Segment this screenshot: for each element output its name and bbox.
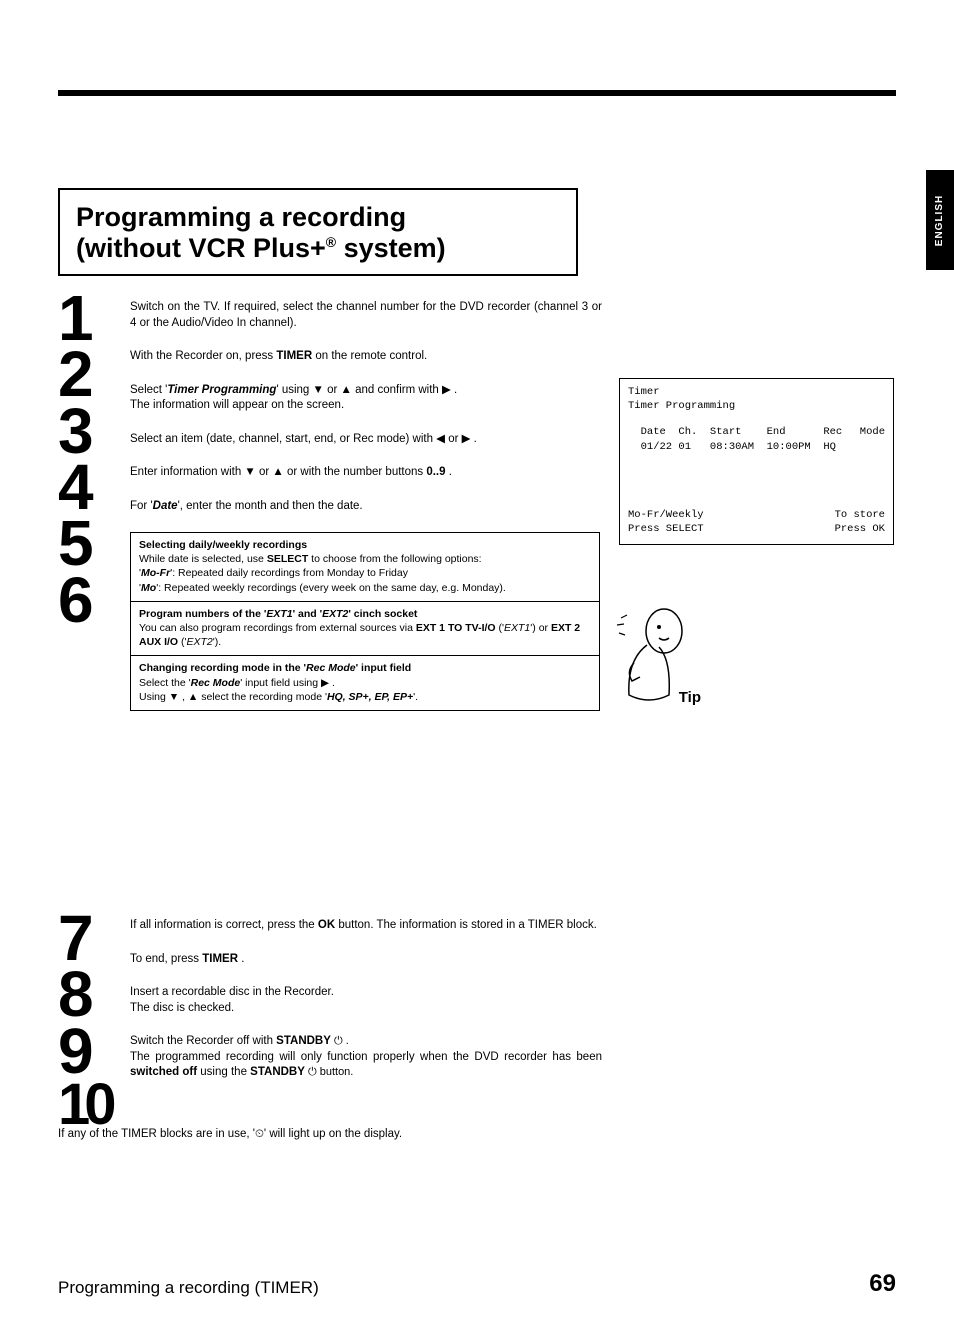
title-line1: Programming a recording xyxy=(76,202,560,233)
tip-section2: Program numbers of the 'EXT1' and 'EXT2'… xyxy=(131,601,599,656)
title-line2b: system) xyxy=(336,233,446,263)
standby-icon: ⏻ button. xyxy=(305,1066,353,1078)
language-tab: ENGLISH xyxy=(926,170,954,270)
step10-text: Switch the Recorder off with STANDBY ⏻ .… xyxy=(130,1034,602,1081)
registered-mark: ® xyxy=(326,234,336,250)
step5-text: Enter information with ▼ or ▲ or with th… xyxy=(130,465,602,481)
step3-text: Select 'Timer Programming' using ▼ or ▲ … xyxy=(130,383,602,414)
step2-text: With the Recorder on, press TIMER on the… xyxy=(130,349,602,365)
step9-text: Insert a recordable disc in the Recorder… xyxy=(130,985,602,1016)
language-tab-label: ENGLISH xyxy=(935,194,946,245)
step-text-bottom: If all information is correct, press the… xyxy=(130,918,602,1099)
osd-screen: Timer Timer Programming Mode Date Ch. St… xyxy=(619,378,894,545)
step7-text: If all information is correct, press the… xyxy=(130,918,602,934)
osd-subtitle: Timer Programming xyxy=(628,399,885,413)
step-text-top: Switch on the TV. If required, select th… xyxy=(130,300,602,711)
page-footer-title: Programming a recording (TIMER) xyxy=(58,1278,319,1298)
page-number: 69 xyxy=(869,1270,896,1298)
tip-box: Selecting daily/weekly recordings While … xyxy=(130,532,600,711)
step-numbers-top: 1 2 3 4 5 6 xyxy=(58,290,128,628)
title-line2: (without VCR Plus+® system) xyxy=(76,233,560,264)
step4-text: Select an item (date, channel, start, en… xyxy=(130,432,602,448)
timer-icon: ⏲ xyxy=(255,1128,264,1140)
section-title-box: Programming a recording (without VCR Plu… xyxy=(58,188,578,276)
tip-s1-head: Selecting daily/weekly recordings xyxy=(139,539,307,551)
step8-text: To end, press TIMER . xyxy=(130,952,602,968)
tip-label: Tip xyxy=(679,688,701,708)
step6-text: For 'Date', enter the month and then the… xyxy=(130,499,602,515)
closing-note: If any of the TIMER blocks are in use, '… xyxy=(58,1128,402,1141)
osd-row: 01/22 01 08:30AM 10:00PM HQ xyxy=(628,440,885,454)
tip-section1: Selecting daily/weekly recordings While … xyxy=(131,533,599,601)
osd-footer2: Press SELECTPress OK xyxy=(628,522,885,536)
step1-text: Switch on the TV. If required, select th… xyxy=(130,300,602,331)
standby-icon: ⏻ . xyxy=(331,1035,349,1047)
osd-hdr2: Mode xyxy=(664,425,885,439)
step-num-6: 6 xyxy=(58,572,128,628)
tip-section3: Changing recording mode in the 'Rec Mode… xyxy=(131,655,599,710)
header-rule xyxy=(58,90,896,96)
title-line2a: (without VCR Plus+ xyxy=(76,233,326,263)
osd-title: Timer xyxy=(628,385,885,399)
osd-footer1: Mo-Fr/WeeklyTo store xyxy=(628,508,885,522)
